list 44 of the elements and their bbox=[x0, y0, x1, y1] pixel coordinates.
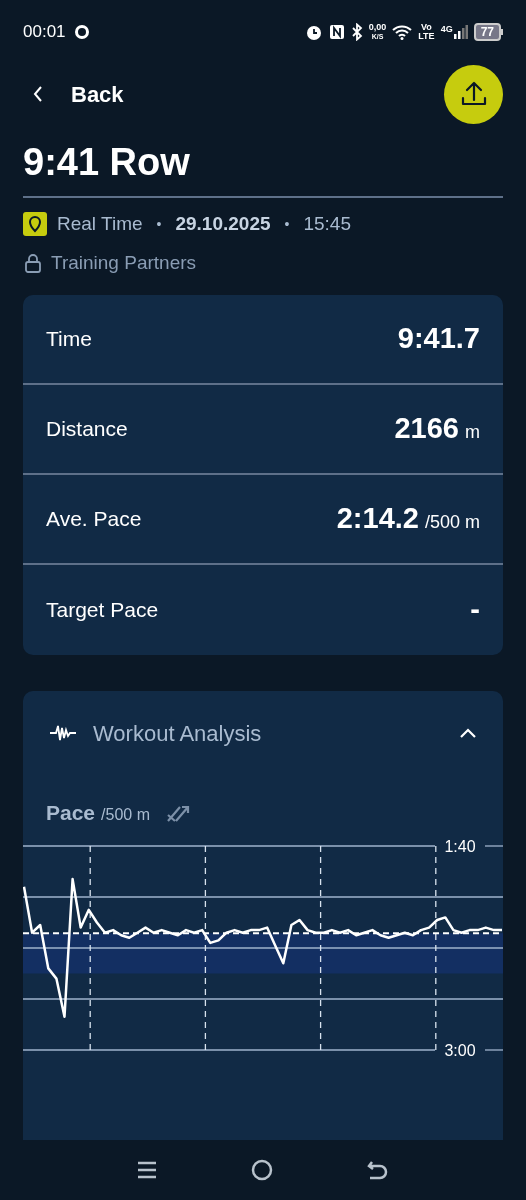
graph-unit: /500 m bbox=[101, 805, 150, 825]
bluetooth-icon bbox=[350, 23, 363, 41]
ring-icon bbox=[73, 24, 90, 40]
menu-icon[interactable] bbox=[137, 1160, 157, 1180]
battery-indicator: 77 bbox=[473, 23, 501, 41]
stat-unit: /500 m bbox=[424, 511, 480, 535]
stat-value: - bbox=[470, 592, 480, 628]
back-chevron-icon bbox=[33, 86, 43, 102]
separator-dot: • bbox=[284, 214, 290, 234]
back-button[interactable]: Back bbox=[23, 77, 124, 111]
stat-label: Target Pace bbox=[46, 597, 159, 624]
privacy-label: Training Partners bbox=[51, 250, 197, 275]
workout-date: 29.10.2025 bbox=[175, 212, 271, 236]
separator-dot: • bbox=[156, 214, 162, 234]
workout-time: 15:45 bbox=[303, 212, 351, 236]
axis-label: 3:00 bbox=[444, 1041, 476, 1059]
net-speed: 0,00 bbox=[368, 23, 387, 32]
volte-label: Vo bbox=[421, 23, 432, 32]
stat-value: 2166 bbox=[394, 411, 459, 447]
workout-mode: Real Time bbox=[57, 212, 143, 236]
lock-icon bbox=[23, 252, 43, 273]
stat-value: 9:41.7 bbox=[397, 321, 480, 357]
location-pin-icon bbox=[23, 212, 47, 237]
signal-icon bbox=[453, 25, 468, 39]
home-icon[interactable] bbox=[251, 1159, 273, 1181]
analysis-header[interactable]: Workout Analysis bbox=[23, 691, 503, 775]
graph-title: Pace bbox=[46, 800, 96, 826]
stat-label: Time bbox=[46, 326, 92, 353]
stat-value: 2:14.2 bbox=[336, 501, 419, 537]
network-type: 4G bbox=[440, 25, 453, 34]
upload-icon bbox=[459, 80, 488, 108]
stat-unit: m bbox=[465, 421, 480, 445]
waveform-icon bbox=[49, 723, 77, 743]
back-icon[interactable] bbox=[367, 1159, 389, 1181]
stat-label: Ave. Pace bbox=[46, 506, 142, 533]
chevron-icon bbox=[459, 727, 477, 739]
volte-label: LTE bbox=[418, 32, 435, 41]
workout-title: 9:41 Row bbox=[23, 138, 503, 198]
alarm-icon bbox=[304, 23, 323, 41]
axis-label: 1:40 bbox=[444, 837, 476, 855]
clock: 00:01 bbox=[23, 21, 66, 44]
stat-label: Distance bbox=[46, 416, 128, 443]
nfc-icon bbox=[328, 24, 345, 40]
wifi-icon bbox=[392, 24, 413, 40]
